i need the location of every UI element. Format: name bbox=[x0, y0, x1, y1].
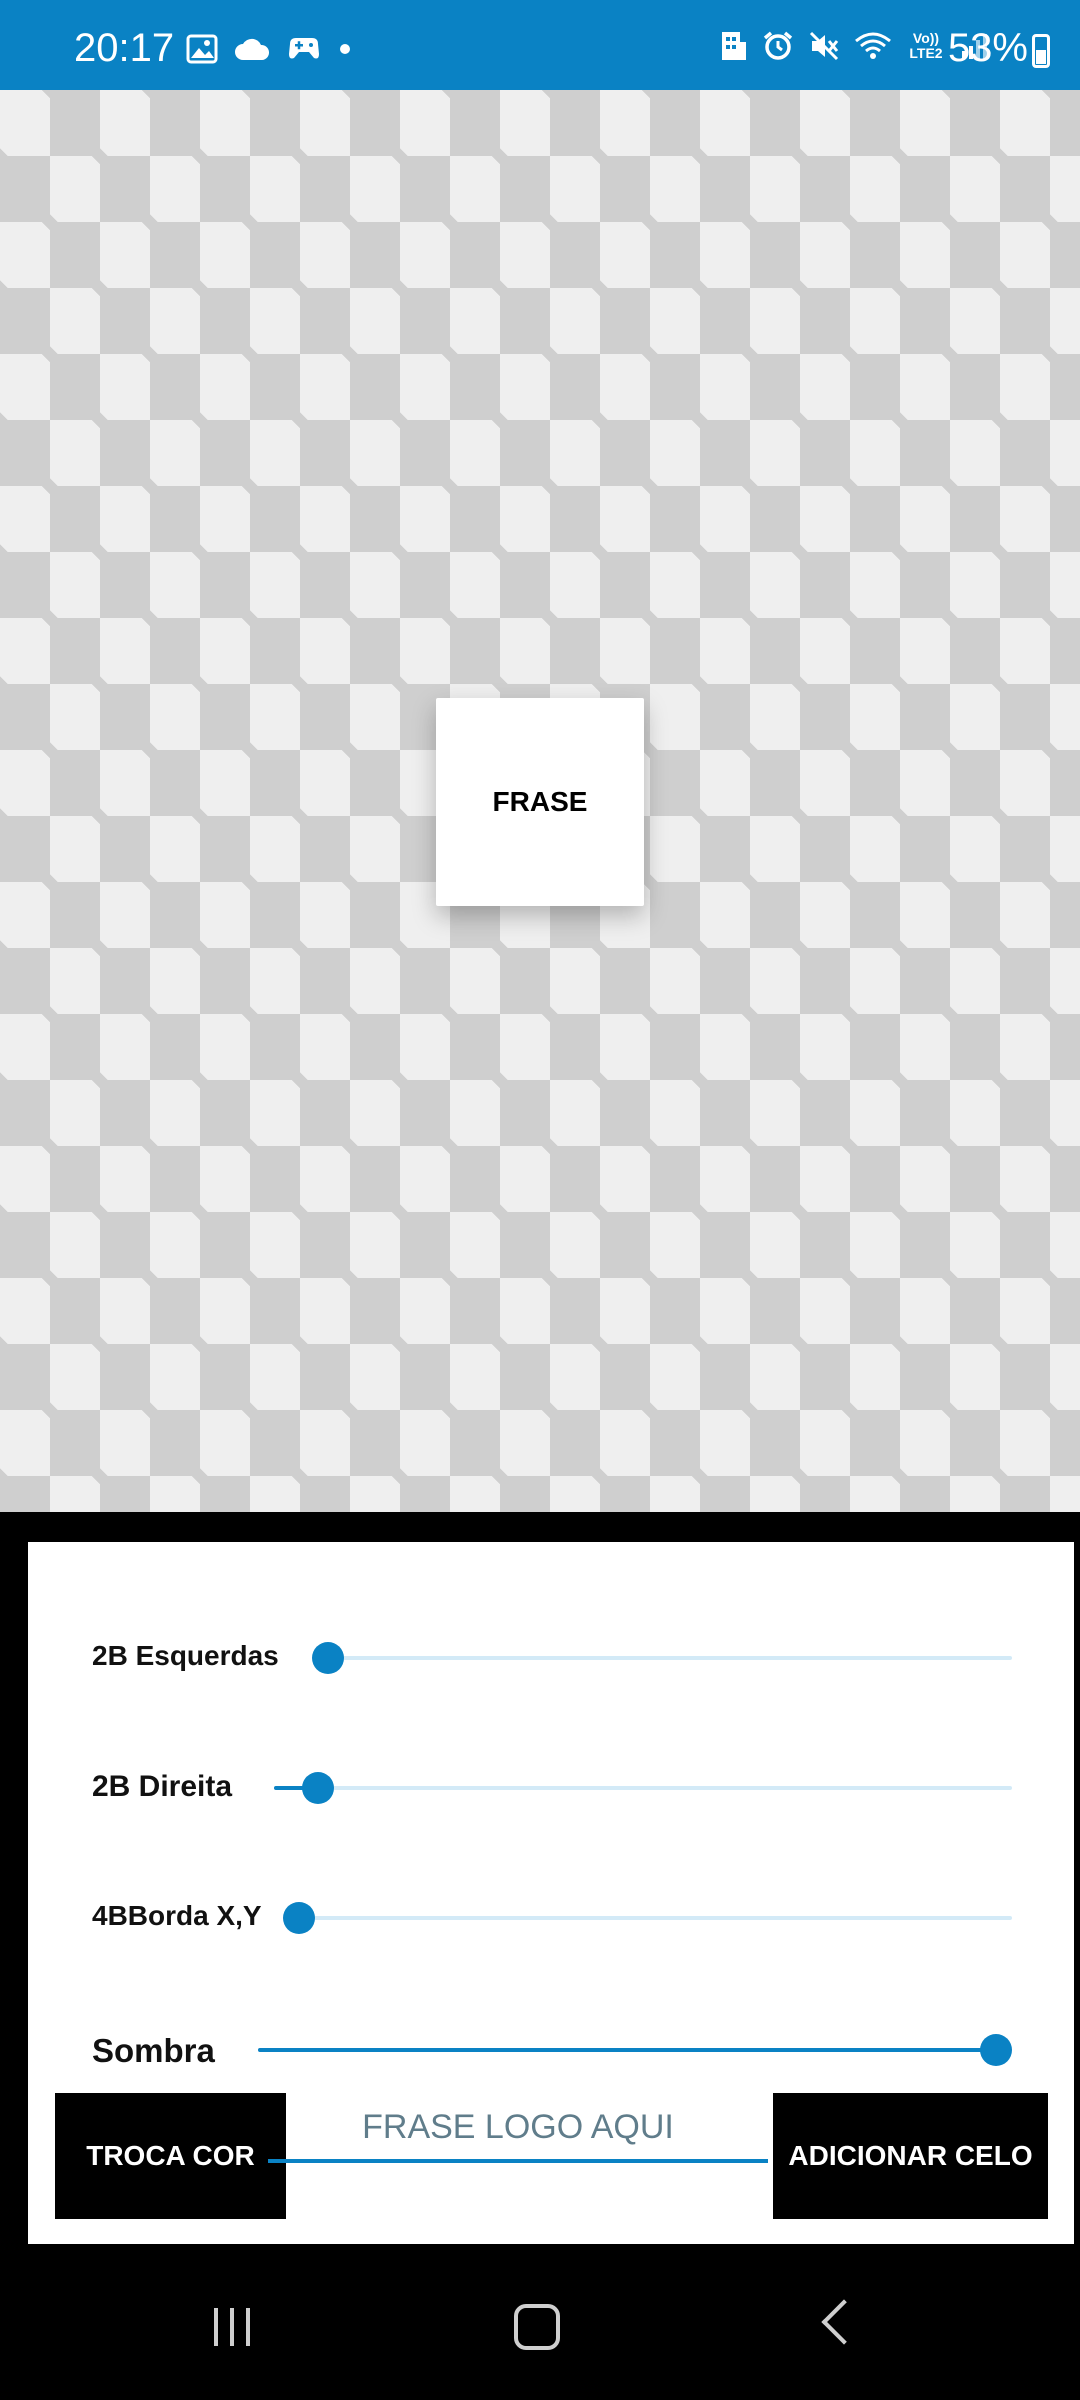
dot-icon bbox=[340, 44, 350, 54]
sticker-preview[interactable]: FRASE bbox=[436, 698, 644, 906]
slider-track[interactable] bbox=[258, 2034, 1012, 2066]
add-seal-button[interactable]: ADICIONAR CELO bbox=[773, 2093, 1048, 2219]
slider-left-border: 2B Esquerdas bbox=[28, 1628, 1074, 1688]
slider-right-border: 2B Direita bbox=[28, 1758, 1074, 1818]
building-icon bbox=[722, 32, 746, 60]
slider-label: 4BBorda X,Y bbox=[92, 1900, 262, 1931]
battery-percent: 53% bbox=[947, 26, 1028, 70]
slider-shadow: Sombra bbox=[28, 2020, 1074, 2080]
status-bar: 20:17 Vo)) LTE2 53% bbox=[0, 0, 1080, 90]
swap-color-button[interactable]: TROCA COR bbox=[55, 2093, 286, 2219]
game-controller-icon bbox=[289, 38, 319, 59]
slider-thumb[interactable] bbox=[980, 2034, 1012, 2066]
slider-label: Sombra bbox=[92, 2032, 215, 2069]
slider-track[interactable] bbox=[311, 1642, 1012, 1674]
battery-icon bbox=[1032, 34, 1050, 68]
volte-icon: Vo)) LTE2 bbox=[909, 30, 943, 61]
slider-track[interactable] bbox=[274, 1772, 1012, 1804]
phrase-input[interactable] bbox=[268, 2095, 768, 2163]
home-icon[interactable] bbox=[514, 2304, 560, 2350]
alarm-icon bbox=[763, 31, 793, 60]
slider-thumb[interactable] bbox=[302, 1772, 335, 1804]
slider-thumb[interactable] bbox=[283, 1902, 315, 1934]
recent-apps-icon[interactable] bbox=[214, 2308, 250, 2346]
slider-border-xy: 4BBorda X,Y bbox=[28, 1888, 1074, 1948]
slider-fill bbox=[258, 2048, 996, 2052]
wifi-icon bbox=[855, 32, 891, 59]
cloud-icon bbox=[235, 38, 270, 60]
sticker-text: FRASE bbox=[492, 786, 588, 817]
slider-thumb[interactable] bbox=[311, 1642, 344, 1674]
mute-icon bbox=[809, 31, 839, 61]
status-time: 20:17 bbox=[74, 26, 175, 70]
slider-label: 2B Direita bbox=[92, 1770, 233, 1803]
navigation-bar bbox=[0, 2244, 1080, 2400]
slider-track[interactable] bbox=[283, 1902, 1012, 1934]
slider-label: 2B Esquerdas bbox=[92, 1640, 279, 1671]
back-icon[interactable] bbox=[821, 2299, 867, 2345]
status-left-icons bbox=[186, 34, 352, 64]
image-icon bbox=[186, 34, 218, 64]
transparent-canvas[interactable]: FRASE bbox=[0, 90, 1080, 1512]
